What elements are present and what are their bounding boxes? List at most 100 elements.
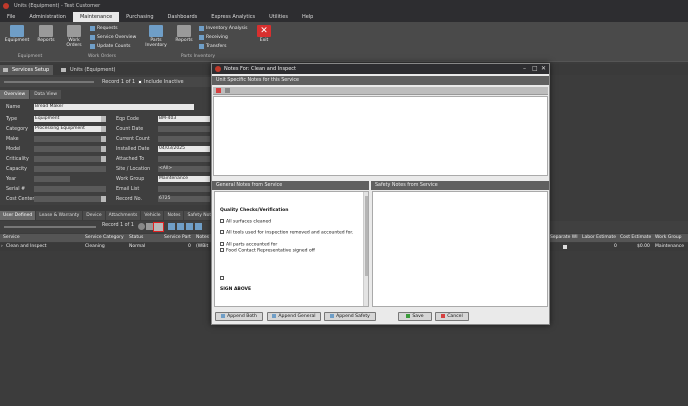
eqp-code-field[interactable]: BM-403 <box>158 116 210 122</box>
menu-file[interactable]: File <box>0 12 22 22</box>
tab-lease-warranty[interactable]: Lease & Warranty <box>36 211 83 220</box>
service-overview-button[interactable]: Service Overview <box>90 35 136 40</box>
menu-help[interactable]: Help <box>295 12 320 22</box>
detail-tabs: User Defined Lease & Warranty Device Att… <box>0 211 220 220</box>
general-scrollbar[interactable] <box>363 192 368 306</box>
scroll-thumb[interactable] <box>365 196 368 276</box>
col-labor-estimate[interactable]: Labor Estimate <box>582 234 616 242</box>
reports-button[interactable]: Reports <box>34 25 58 43</box>
tab-overview[interactable]: Overview <box>0 90 30 99</box>
print-icon[interactable] <box>195 223 202 230</box>
count-date-field[interactable] <box>158 126 210 132</box>
include-inactive-checkbox[interactable]: Include Inactive <box>138 77 184 87</box>
year-field[interactable] <box>34 176 70 182</box>
cell-category: Cleaning <box>85 244 105 249</box>
menu-bar: File Administration Maintenance Purchasi… <box>0 12 688 22</box>
append-safety-button[interactable]: Append Safety <box>324 312 376 321</box>
col-status[interactable]: Status <box>129 234 143 242</box>
receiving-button[interactable]: Receiving <box>199 35 228 40</box>
category-select[interactable]: Processing Equipment <box>34 126 106 132</box>
separate-wi-checkbox[interactable] <box>563 245 567 249</box>
type-select[interactable]: Equipment <box>34 116 106 122</box>
menu-express-analytics[interactable]: Express Analytics <box>204 12 262 22</box>
format-icon[interactable] <box>225 88 230 93</box>
col-separate-wi[interactable]: Separate WI <box>550 234 578 242</box>
update-counts-label: Update Counts <box>97 44 131 49</box>
append-icon <box>221 313 226 318</box>
cell-notes[interactable]: (WBit <box>196 243 208 251</box>
transfers-button[interactable]: Transfers <box>199 44 226 49</box>
tab-services-setup[interactable]: Services Setup <box>0 65 54 75</box>
email-list-field[interactable] <box>158 186 210 192</box>
make-select[interactable] <box>34 136 106 142</box>
ribbon: Equipment Reports Work Orders Requests S… <box>0 22 688 62</box>
col-service[interactable]: Service <box>3 234 20 242</box>
tab-vehicle[interactable]: Vehicle <box>141 211 164 220</box>
tab-data-view[interactable]: Data View <box>30 90 62 99</box>
installed-date-field[interactable]: 04/03/2025 <box>158 146 210 152</box>
requests-button[interactable]: Requests <box>90 26 118 31</box>
view-tabs: Overview Data View <box>0 90 62 99</box>
save-button[interactable]: Save <box>398 312 432 321</box>
inventory-analysis-button[interactable]: Inventory Analysis <box>199 26 247 31</box>
menu-dashboards[interactable]: Dashboards <box>161 12 205 22</box>
update-counts-button[interactable]: Update Counts <box>90 44 130 49</box>
menu-utilities[interactable]: Utilities <box>262 12 295 22</box>
notes-icon[interactable] <box>153 222 164 232</box>
receiving-icon <box>199 35 204 40</box>
work-group-field[interactable]: Maintenance <box>158 176 210 182</box>
cell-service[interactable]: Clean and Inspect <box>6 243 47 251</box>
tab-units-equipment[interactable]: Units (Equipment) <box>58 65 119 75</box>
save-label: Save <box>412 314 424 319</box>
capacity-field[interactable] <box>34 166 106 172</box>
tab-device[interactable]: Device <box>83 211 105 220</box>
checkbox-icon <box>220 242 224 246</box>
col-service-part[interactable]: Service Part <box>164 234 191 242</box>
maximize-icon[interactable]: □ <box>532 64 538 74</box>
col-service-category[interactable]: Service Category <box>85 234 124 242</box>
record-slider[interactable] <box>4 81 94 83</box>
export-icon[interactable] <box>186 223 193 230</box>
append-general-button[interactable]: Append General <box>267 312 321 321</box>
current-count-field[interactable] <box>158 136 210 142</box>
equipment-button[interactable]: Equipment <box>3 25 31 43</box>
reports-inventory-button[interactable]: Reports <box>173 25 195 43</box>
append-both-button[interactable]: Append Both <box>215 312 263 321</box>
criticality-select[interactable] <box>34 156 106 162</box>
menu-maintenance[interactable]: Maintenance <box>72 12 120 22</box>
model-select[interactable] <box>34 146 106 152</box>
capacity-label: Capacity <box>6 167 27 172</box>
menu-administration[interactable]: Administration <box>22 12 73 22</box>
append-icon <box>330 313 335 318</box>
notes-dialog: Notes For: Clean and Inspect – □ ✕ Unit … <box>211 63 550 325</box>
name-field[interactable]: Bread Maker <box>34 104 194 110</box>
cost-center-label: Cost Center <box>6 197 35 202</box>
exit-button[interactable]: ✕ Exit <box>256 25 272 43</box>
clear-icon[interactable] <box>216 88 221 93</box>
menu-purchasing[interactable]: Purchasing <box>119 12 160 22</box>
serial-field[interactable] <box>34 186 106 192</box>
tab-attachments[interactable]: Attachments <box>105 211 141 220</box>
attached-to-label: Attached To <box>116 157 145 162</box>
col-work-group[interactable]: Work Group <box>655 234 682 242</box>
parts-inventory-button[interactable]: Parts Inventory <box>143 25 169 48</box>
tab-notes[interactable]: Notes <box>164 211 184 220</box>
col-cost-estimate[interactable]: Cost Estimate <box>620 234 651 242</box>
site-location-field[interactable]: <All> <box>158 166 210 172</box>
tab-user-defined[interactable]: User Defined <box>0 211 36 220</box>
cancel-button[interactable]: Cancel <box>435 312 469 321</box>
refresh-icon[interactable] <box>138 223 145 230</box>
unit-notes-editor[interactable] <box>213 96 548 176</box>
minimize-icon[interactable]: – <box>523 64 526 74</box>
cost-center-select[interactable] <box>34 196 106 202</box>
grid-slider[interactable] <box>4 226 96 228</box>
equipment-icon <box>10 25 24 37</box>
attached-to-field[interactable] <box>158 156 210 162</box>
close-icon[interactable]: ✕ <box>541 64 546 74</box>
checklist-item <box>220 276 226 282</box>
col-notes[interactable]: Notes <box>196 234 209 242</box>
edit-icon[interactable] <box>177 223 184 230</box>
add-icon[interactable] <box>146 223 153 230</box>
filter-icon[interactable] <box>168 223 175 230</box>
work-orders-button[interactable]: Work Orders <box>63 25 85 48</box>
